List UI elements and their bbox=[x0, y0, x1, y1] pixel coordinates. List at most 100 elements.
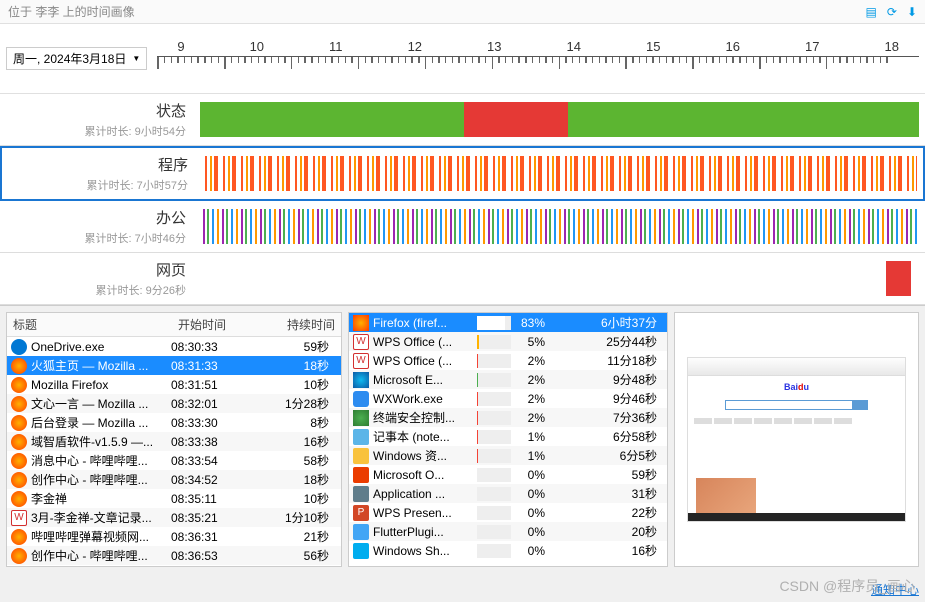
table-row[interactable]: 火狐主页 — Mozilla ...08:31:3318秒 bbox=[7, 356, 341, 375]
percent-bar bbox=[477, 392, 511, 406]
row-duration: 21秒 bbox=[241, 528, 337, 545]
program-name: WXWork.exe bbox=[373, 392, 473, 406]
row-title: 李金禅 bbox=[31, 490, 171, 507]
table-row[interactable]: 创作中心 - 哔哩哔哩...08:36:5356秒 bbox=[7, 546, 341, 565]
program-row[interactable]: WWPS Office (...5%25分44秒 bbox=[349, 332, 667, 351]
percent-bar bbox=[477, 525, 511, 539]
program-row[interactable]: Microsoft O...0%59秒 bbox=[349, 465, 667, 484]
timeline-status[interactable]: 状态 累计时长: 9小时54分 bbox=[0, 94, 925, 146]
firefox-icon bbox=[353, 315, 369, 331]
program-name: WPS Office (... bbox=[373, 335, 473, 349]
program-name: Windows Sh... bbox=[373, 544, 473, 558]
office-icon bbox=[353, 467, 369, 483]
program-row[interactable]: 终端安全控制...2%7分36秒 bbox=[349, 408, 667, 427]
program-name: Application ... bbox=[373, 487, 473, 501]
percent-value: 0% bbox=[515, 506, 545, 520]
timeline-subtitle: 累计时长: 7小时57分 bbox=[6, 177, 188, 193]
percent-value: 0% bbox=[515, 487, 545, 501]
program-row[interactable]: WXWork.exe2%9分46秒 bbox=[349, 389, 667, 408]
table-row[interactable]: 域智盾软件-v1.5.9 —...08:33:3816秒 bbox=[7, 432, 341, 451]
row-start: 08:33:38 bbox=[171, 435, 241, 449]
col-start[interactable]: 开始时间 bbox=[172, 313, 242, 336]
row-duration: 8秒 bbox=[241, 414, 337, 431]
wx-icon bbox=[353, 391, 369, 407]
row-title: OneDrive.exe bbox=[31, 340, 171, 354]
row-title: 3月-李金禅-文章记录... bbox=[31, 509, 171, 526]
row-title: 创作中心 - 哔哩哔哩... bbox=[31, 547, 171, 564]
export-icon[interactable]: ▤ bbox=[866, 5, 877, 19]
percent-bar bbox=[477, 335, 511, 349]
program-row[interactable]: Windows 资... 1%6分5秒 bbox=[349, 446, 667, 465]
timeline-name: 办公 bbox=[4, 207, 186, 228]
flutter-icon bbox=[353, 524, 369, 540]
percent-value: 2% bbox=[515, 354, 545, 368]
program-row[interactable]: FlutterPlugi...0%20秒 bbox=[349, 522, 667, 541]
row-title: 文心一言 — Mozilla ... bbox=[31, 395, 171, 412]
program-row[interactable]: PWPS Presen...0%22秒 bbox=[349, 503, 667, 522]
table-row[interactable]: 后台登录 — Mozilla ...08:33:308秒 bbox=[7, 413, 341, 432]
row-duration: 16秒 bbox=[241, 433, 337, 450]
edge-icon bbox=[353, 372, 369, 388]
row-title: 哔哩哔哩弹幕视频网... bbox=[31, 528, 171, 545]
row-start: 08:31:33 bbox=[171, 359, 241, 373]
table-row[interactable]: OneDrive.exe08:30:3359秒 bbox=[7, 337, 341, 356]
note-icon bbox=[353, 429, 369, 445]
download-icon[interactable]: ⬇ bbox=[907, 5, 917, 19]
firefox-icon bbox=[11, 472, 27, 488]
percent-value: 0% bbox=[515, 544, 545, 558]
program-name: Microsoft O... bbox=[373, 468, 473, 482]
program-duration: 25分44秒 bbox=[545, 333, 663, 350]
table-row[interactable]: 哔哩哔哩弹幕视频网...08:36:3121秒 bbox=[7, 527, 341, 546]
timeline-web[interactable]: 网页 累计时长: 9分26秒 bbox=[0, 253, 925, 305]
col-duration[interactable]: 持续时间 bbox=[242, 313, 341, 336]
app-icon bbox=[353, 486, 369, 502]
firefox-icon bbox=[11, 415, 27, 431]
row-duration: 59秒 bbox=[241, 338, 337, 355]
program-duration: 16秒 bbox=[545, 542, 663, 559]
row-start: 08:30:33 bbox=[171, 340, 241, 354]
program-duration: 9分48秒 bbox=[545, 371, 663, 388]
row-duration: 1分28秒 bbox=[241, 395, 337, 412]
table-row[interactable]: 文心一言 — Mozilla ...08:32:011分28秒 bbox=[7, 394, 341, 413]
row-start: 08:34:52 bbox=[171, 473, 241, 487]
table-row[interactable]: Mozilla Firefox08:31:5110秒 bbox=[7, 375, 341, 394]
table-row[interactable]: 李金禅08:35:1110秒 bbox=[7, 489, 341, 508]
firefox-icon bbox=[11, 358, 27, 374]
wps-icon: W bbox=[353, 334, 369, 350]
firefox-icon bbox=[11, 491, 27, 507]
program-name: WPS Office (... bbox=[373, 354, 473, 368]
row-duration: 18秒 bbox=[241, 471, 337, 488]
program-row[interactable]: 记事本 (note...1%6分58秒 bbox=[349, 427, 667, 446]
timeline-subtitle: 累计时长: 9分26秒 bbox=[4, 282, 186, 298]
timeline-program[interactable]: 程序 累计时长: 7小时57分 bbox=[0, 146, 925, 201]
screenshot-thumbnail[interactable]: Baidu bbox=[687, 357, 906, 521]
program-row[interactable]: WWPS Office (...2%11分18秒 bbox=[349, 351, 667, 370]
date-picker[interactable]: 周一, 2024年3月18日 ▼ bbox=[6, 47, 147, 70]
timeline-office[interactable]: 办公 累计时长: 7小时46分 bbox=[0, 201, 925, 253]
program-row[interactable]: Microsoft E...2%9分48秒 bbox=[349, 370, 667, 389]
percent-bar bbox=[477, 354, 511, 368]
ppt-icon: P bbox=[353, 505, 369, 521]
table-row[interactable]: W3月-李金禅-文章记录...08:35:211分10秒 bbox=[7, 508, 341, 527]
table-row[interactable]: 消息中心 - 哔哩哔哩...08:33:5458秒 bbox=[7, 451, 341, 470]
program-name: 终端安全控制... bbox=[373, 409, 473, 426]
row-start: 08:31:51 bbox=[171, 378, 241, 392]
col-title[interactable]: 标题 bbox=[7, 313, 172, 336]
folder-icon bbox=[353, 448, 369, 464]
program-name: WPS Presen... bbox=[373, 506, 473, 520]
program-name: Windows 资... bbox=[373, 447, 473, 464]
program-row[interactable]: Firefox (firef...83%6小时37分 bbox=[349, 313, 667, 332]
refresh-icon[interactable]: ⟳ bbox=[887, 5, 897, 19]
program-row[interactable]: Application ... 0%31秒 bbox=[349, 484, 667, 503]
notification-center-link[interactable]: 通知中心 bbox=[871, 581, 919, 598]
percent-bar bbox=[477, 373, 511, 387]
program-name: FlutterPlugi... bbox=[373, 525, 473, 539]
percent-value: 1% bbox=[515, 449, 545, 463]
program-duration: 31秒 bbox=[545, 485, 663, 502]
time-ruler: 9101112131415161718 bbox=[157, 39, 919, 79]
program-duration: 6分5秒 bbox=[545, 447, 663, 464]
program-row[interactable]: Windows Sh... 0%16秒 bbox=[349, 541, 667, 560]
table-row[interactable]: 创作中心 - 哔哩哔哩...08:34:5218秒 bbox=[7, 470, 341, 489]
dropdown-arrow-icon: ▼ bbox=[132, 54, 140, 63]
row-start: 08:35:11 bbox=[171, 492, 241, 506]
